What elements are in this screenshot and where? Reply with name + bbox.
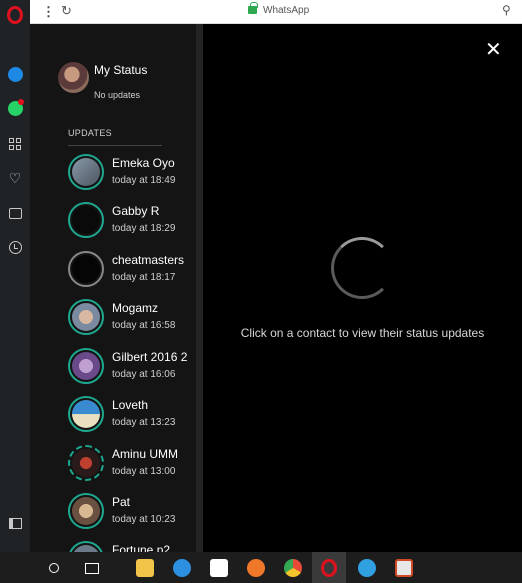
status-item[interactable]: Pat today at 10:23 [68, 493, 196, 533]
status-viewer: ✕ Click on a contact to view their statu… [203, 24, 522, 552]
status-time: today at 10:23 [112, 514, 176, 525]
pin-icon[interactable]: ⚲ [502, 3, 511, 17]
contact-name: Mogamz [112, 301, 159, 315]
contact-name: Aminu UMM [112, 447, 179, 461]
sidebar-toggle-icon[interactable] [7, 515, 23, 531]
my-status-subtitle: No updates [94, 90, 141, 100]
firefox-icon[interactable] [244, 556, 268, 580]
avatar [68, 493, 104, 529]
my-status-title: My Status [94, 63, 148, 77]
status-item[interactable]: Gabby R today at 18:29 [68, 202, 196, 242]
updates-heading: UPDATES [68, 128, 112, 138]
edge-icon[interactable] [170, 556, 194, 580]
contact-name: Gabby R [112, 204, 160, 218]
avatar [68, 541, 104, 552]
contact-name: Fortune p2 [112, 543, 171, 552]
status-time: today at 16:06 [112, 369, 176, 380]
contact-name: cheatmasters [112, 253, 185, 267]
avatar [68, 251, 104, 287]
status-time: today at 18:49 [112, 175, 176, 186]
loading-spinner-icon [331, 237, 393, 299]
history-icon[interactable] [7, 239, 23, 255]
status-time: today at 16:58 [112, 320, 176, 331]
windows-start-icon[interactable] [11, 560, 26, 575]
panel-divider [196, 24, 203, 552]
status-time: today at 13:00 [112, 466, 176, 477]
status-list-panel: My Status No updates UPDATES Emeka Oyo t… [30, 24, 196, 552]
opera-taskbar-icon[interactable] [312, 552, 346, 583]
status-item[interactable]: Fortune p2 [68, 541, 196, 552]
contact-name: Emeka Oyo [112, 156, 175, 170]
status-item[interactable]: Gilbert 2016 2 today at 16:06 [68, 348, 196, 388]
notification-dot [18, 99, 24, 105]
status-item[interactable]: Mogamz today at 16:58 [68, 299, 196, 339]
store-icon[interactable] [207, 556, 231, 580]
status-item[interactable]: Emeka Oyo today at 18:49 [68, 154, 196, 194]
avatar [68, 154, 104, 190]
contact-name: Gilbert 2016 2 [112, 350, 188, 364]
status-item[interactable]: Aminu UMM today at 13:00 [68, 445, 196, 485]
app-window: ♡ ⋮ ↻ WhatsApp ⚲ My Status No updates UP… [0, 0, 522, 583]
status-item[interactable]: Loveth today at 13:23 [68, 396, 196, 436]
avatar [68, 396, 104, 432]
opera-sidebar: ♡ [0, 0, 30, 552]
taskbar [0, 552, 522, 583]
contact-name: Loveth [112, 398, 149, 412]
address-text[interactable]: WhatsApp [263, 5, 309, 16]
more-vert-icon[interactable]: ⋮ [42, 4, 55, 20]
lock-icon [248, 2, 258, 14]
avatar [68, 299, 104, 335]
viewer-hint: Click on a contact to view their status … [240, 326, 485, 340]
speed-dial-icon[interactable] [7, 136, 23, 152]
search-icon[interactable] [42, 556, 66, 580]
status-item[interactable]: cheatmasters today at 18:17 [68, 251, 196, 291]
avatar [68, 202, 104, 238]
close-icon[interactable]: ✕ [485, 40, 502, 60]
task-view-icon[interactable] [80, 556, 104, 580]
globe-app-icon[interactable] [355, 556, 379, 580]
opera-logo-icon[interactable] [7, 6, 23, 24]
avatar [68, 348, 104, 384]
news-icon[interactable] [7, 205, 23, 221]
avatar [68, 445, 104, 481]
avatar [58, 62, 89, 93]
reload-icon[interactable]: ↻ [61, 3, 72, 19]
file-explorer-icon[interactable] [133, 556, 157, 580]
divider [68, 145, 162, 146]
heart-icon[interactable]: ♡ [7, 170, 23, 186]
contact-name: Pat [112, 495, 131, 509]
office-app-icon[interactable] [392, 556, 416, 580]
status-time: today at 13:23 [112, 417, 176, 428]
status-time: today at 18:17 [112, 272, 176, 283]
status-time: today at 18:29 [112, 223, 176, 234]
address-bar: ⋮ ↻ WhatsApp ⚲ [30, 0, 522, 24]
messenger-icon[interactable] [8, 67, 23, 82]
chrome-icon[interactable] [281, 556, 305, 580]
